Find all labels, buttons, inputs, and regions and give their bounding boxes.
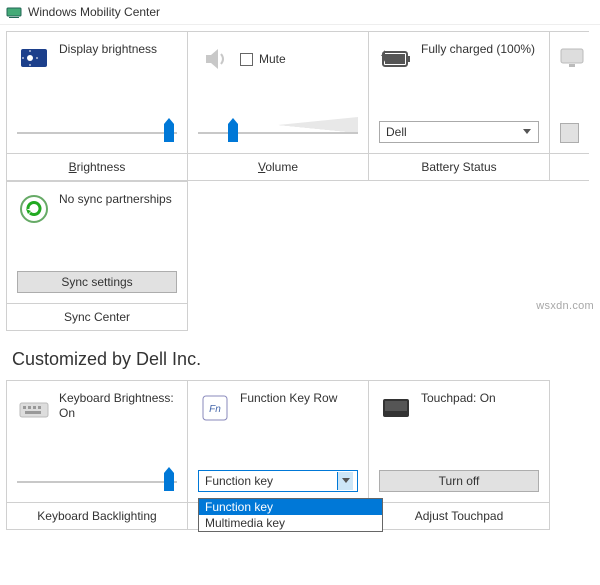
tile-volume: Mute Volume [187,31,369,181]
kbd-backlight-slider[interactable] [17,472,177,492]
brightness-footer: Brightness [7,153,187,180]
kbd-backlight-label: Keyboard Brightness: On [59,391,177,425]
fn-row-label: Function Key Row [240,391,337,425]
watermark: wsxdn.com [536,300,594,312]
fn-row-dropdown[interactable]: Function key Multimedia key [198,498,383,532]
mute-checkbox[interactable]: Mute [240,42,286,76]
battery-label: Fully charged (100%) [421,42,535,76]
sync-settings-button[interactable]: Sync settings [17,271,177,293]
fn-row-option-function[interactable]: Function key [199,499,382,515]
sync-label: No sync partnerships [59,192,172,226]
touchpad-footer: Adjust Touchpad [369,502,549,529]
volume-footer: Volume [188,153,368,180]
window-title: Windows Mobility Center [28,5,160,19]
kbd-backlight-footer: Keyboard Backlighting [7,502,187,529]
volume-slider[interactable] [198,123,358,143]
battery-icon [379,42,413,76]
tile-battery: Fully charged (100%) Dell Battery Status [368,31,550,181]
power-plan-select[interactable]: Dell [379,121,539,143]
brightness-icon [17,42,51,76]
fn-row-option-multimedia[interactable]: Multimedia key [199,515,382,531]
tile-brightness: Display brightness Brightness [6,31,188,181]
touchpad-icon [379,391,413,425]
mobility-center-icon [6,4,22,20]
tile-touchpad: Touchpad: On Turn off Adjust Touchpad [368,380,550,530]
tile-sync: No sync partnerships Sync settings Sync … [6,181,188,331]
fn-key-icon: Fn [198,391,232,425]
display-icon [556,42,589,76]
tile-keyboard-backlight: Keyboard Brightness: On Keyboard Backlig… [6,380,188,530]
brightness-label: Display brightness [59,42,157,76]
window-titlebar: Windows Mobility Center [0,0,600,25]
chevron-down-icon [337,472,353,490]
mute-label: Mute [259,52,286,66]
fn-row-select[interactable]: Function key [198,470,358,492]
brightness-slider[interactable] [17,123,177,143]
custom-section-header: Customized by Dell Inc. [6,331,594,380]
touchpad-label: Touchpad: On [421,391,496,425]
speaker-icon [198,42,232,76]
keyboard-icon [17,391,51,425]
battery-footer: Battery Status [369,153,549,180]
custom-row: Keyboard Brightness: On Keyboard Backlig… [6,380,594,530]
sync-icon [17,192,51,226]
sync-footer: Sync Center [7,303,187,330]
tile-cutoff [549,31,589,181]
builtin-row: Display brightness Brightness Mute [6,31,594,181]
power-plan-value: Dell [386,125,407,139]
svg-text:Fn: Fn [209,404,221,415]
chevron-down-icon [518,123,534,141]
fn-row-value: Function key [205,474,273,488]
touchpad-turnoff-button[interactable]: Turn off [379,470,539,492]
checkbox-box[interactable] [240,53,253,66]
